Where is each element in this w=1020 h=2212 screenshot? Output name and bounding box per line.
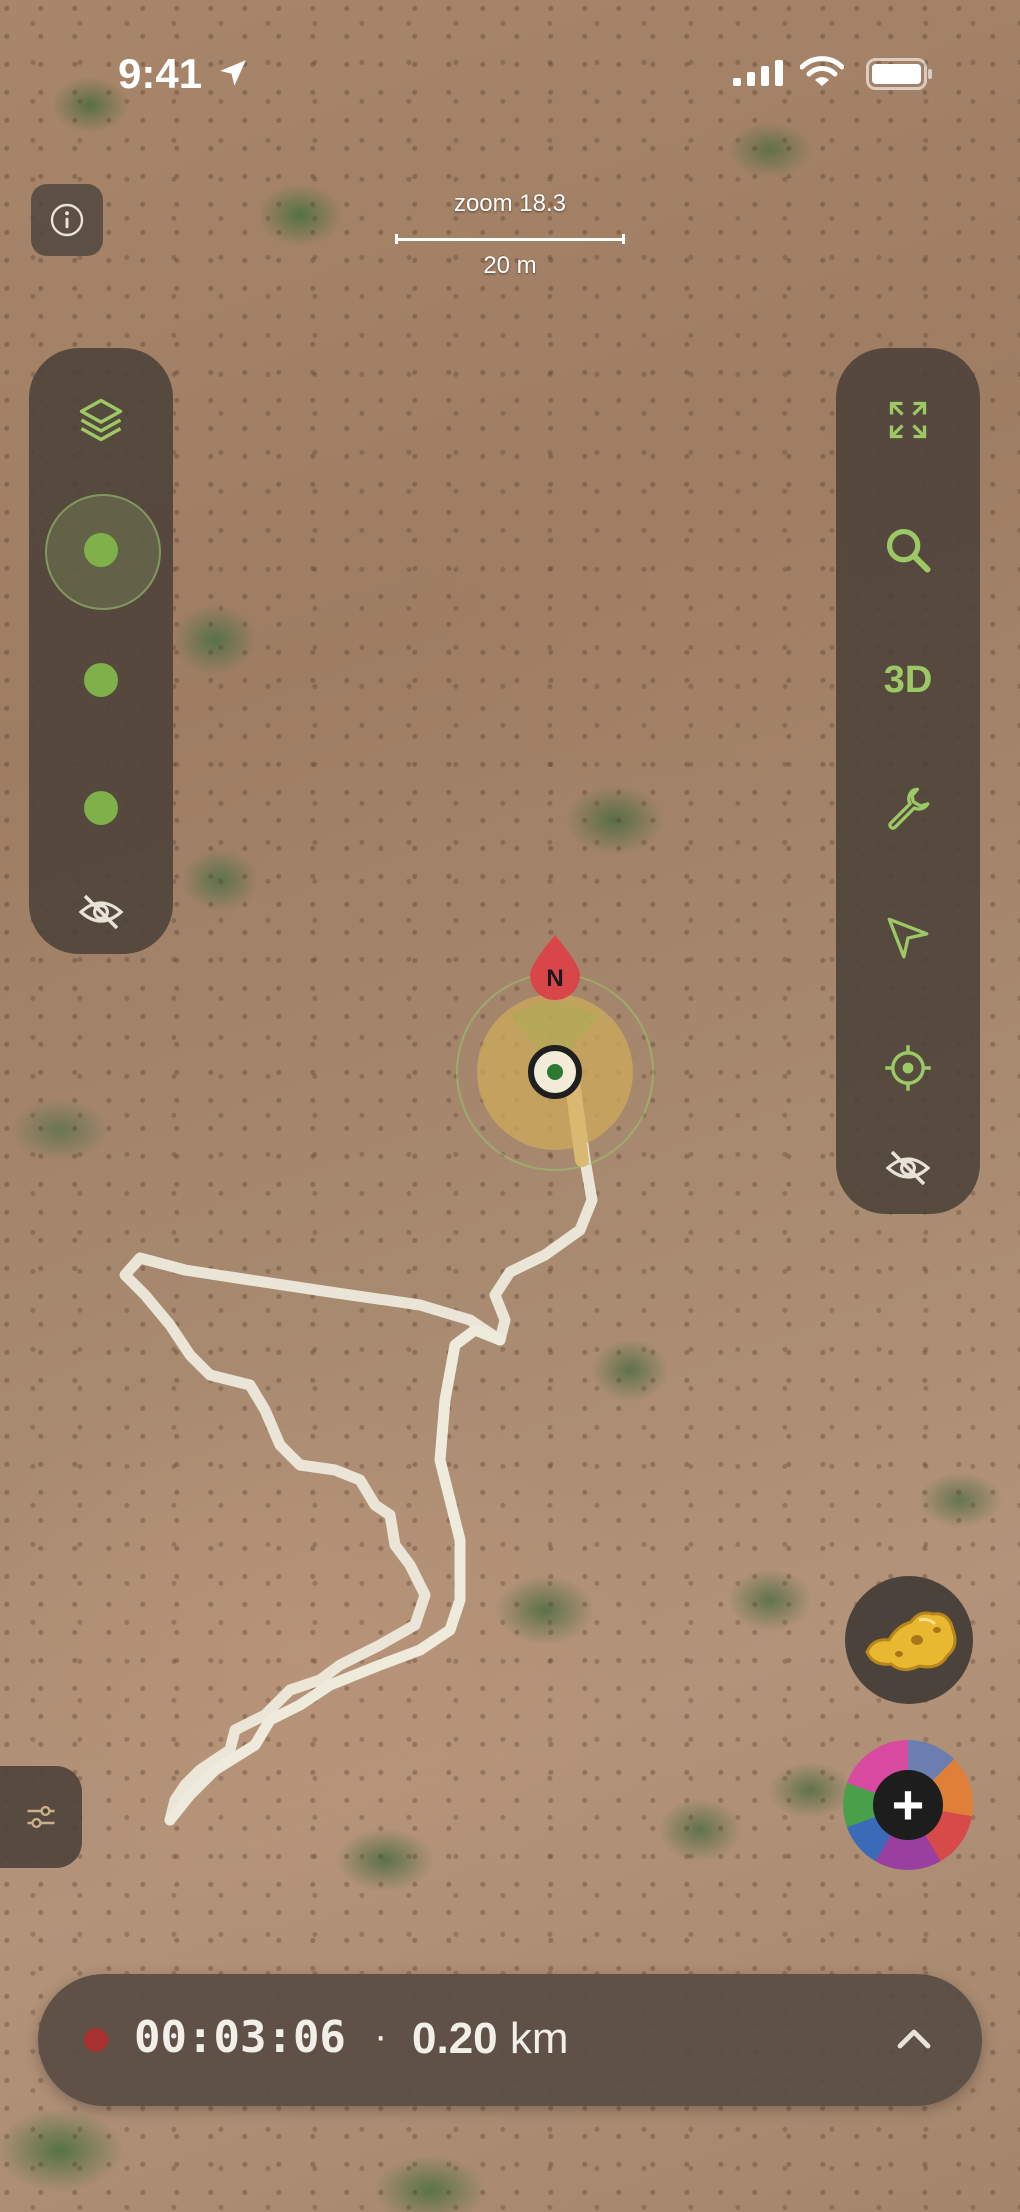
center-location-button[interactable]	[836, 1018, 980, 1118]
distance-unit: km	[509, 2014, 569, 2063]
filters-tab[interactable]	[0, 1766, 82, 1868]
hide-controls-button[interactable]	[836, 1118, 980, 1218]
wrench-icon	[888, 787, 930, 830]
3d-label: 3D	[883, 658, 933, 701]
distance-value: 0.20	[412, 2014, 498, 2063]
return-track	[164, 1324, 506, 1826]
chevron-up-icon[interactable]	[890, 2016, 938, 2064]
plus-icon: +	[873, 1770, 943, 1840]
wifi-icon	[800, 56, 844, 86]
sliders-icon	[27, 1805, 55, 1829]
right-toolbar: 3D	[836, 348, 980, 1214]
map-layer-3-button[interactable]	[29, 758, 173, 858]
gold-nugget-icon	[865, 1611, 957, 1671]
recording-indicator-icon	[84, 2028, 108, 2052]
3d-toggle-button[interactable]: 3D	[836, 630, 980, 730]
expand-icon	[889, 401, 927, 439]
recording-distance: 0.20 km	[412, 2014, 569, 2064]
add-button[interactable]: +	[843, 1740, 973, 1870]
compass-north-indicator[interactable]: N	[530, 935, 580, 1000]
green-dot-icon	[84, 791, 118, 825]
status-time: 9:41	[118, 50, 203, 97]
crosshair-icon	[885, 1045, 931, 1091]
location-marker-center	[547, 1064, 563, 1080]
recording-elapsed-time: 00:03:06	[134, 2012, 346, 2063]
location-arrow-icon	[220, 60, 246, 86]
hide-layers-button[interactable]	[29, 862, 173, 962]
map-layer-2-button[interactable]	[29, 630, 173, 730]
green-dot-icon	[84, 533, 118, 567]
info-button[interactable]	[31, 184, 103, 256]
tools-button[interactable]	[836, 758, 980, 858]
layers-button[interactable]	[29, 370, 173, 470]
cellular-signal-icon	[733, 60, 783, 86]
recording-separator: ·	[374, 2014, 388, 2058]
scale-bar	[395, 234, 625, 244]
layers-icon	[79, 398, 123, 442]
navigation-arrow-icon	[887, 917, 929, 959]
compass-label: N	[546, 965, 563, 992]
battery-icon	[866, 58, 932, 90]
green-dot-icon	[84, 663, 118, 697]
left-toolbar	[29, 348, 173, 954]
recorded-track	[119, 1079, 598, 1826]
status-bar: 9:41	[0, 0, 1020, 150]
eye-off-icon	[78, 894, 124, 930]
search-button[interactable]	[836, 500, 980, 600]
eye-off-icon	[885, 1150, 931, 1186]
nugget-finds-button[interactable]	[845, 1576, 973, 1704]
zoom-level: zoom 18.3	[453, 190, 567, 217]
recording-bar[interactable]: 00:03:06 · 0.20 km	[38, 1974, 982, 2106]
current-track-stub	[565, 1078, 589, 1167]
map-layer-1-button[interactable]	[29, 494, 173, 610]
scale-distance: 20 m	[483, 252, 537, 279]
fullscreen-button[interactable]	[836, 370, 980, 470]
info-icon	[50, 203, 84, 237]
search-icon	[886, 528, 931, 573]
navigation-button[interactable]	[836, 888, 980, 988]
